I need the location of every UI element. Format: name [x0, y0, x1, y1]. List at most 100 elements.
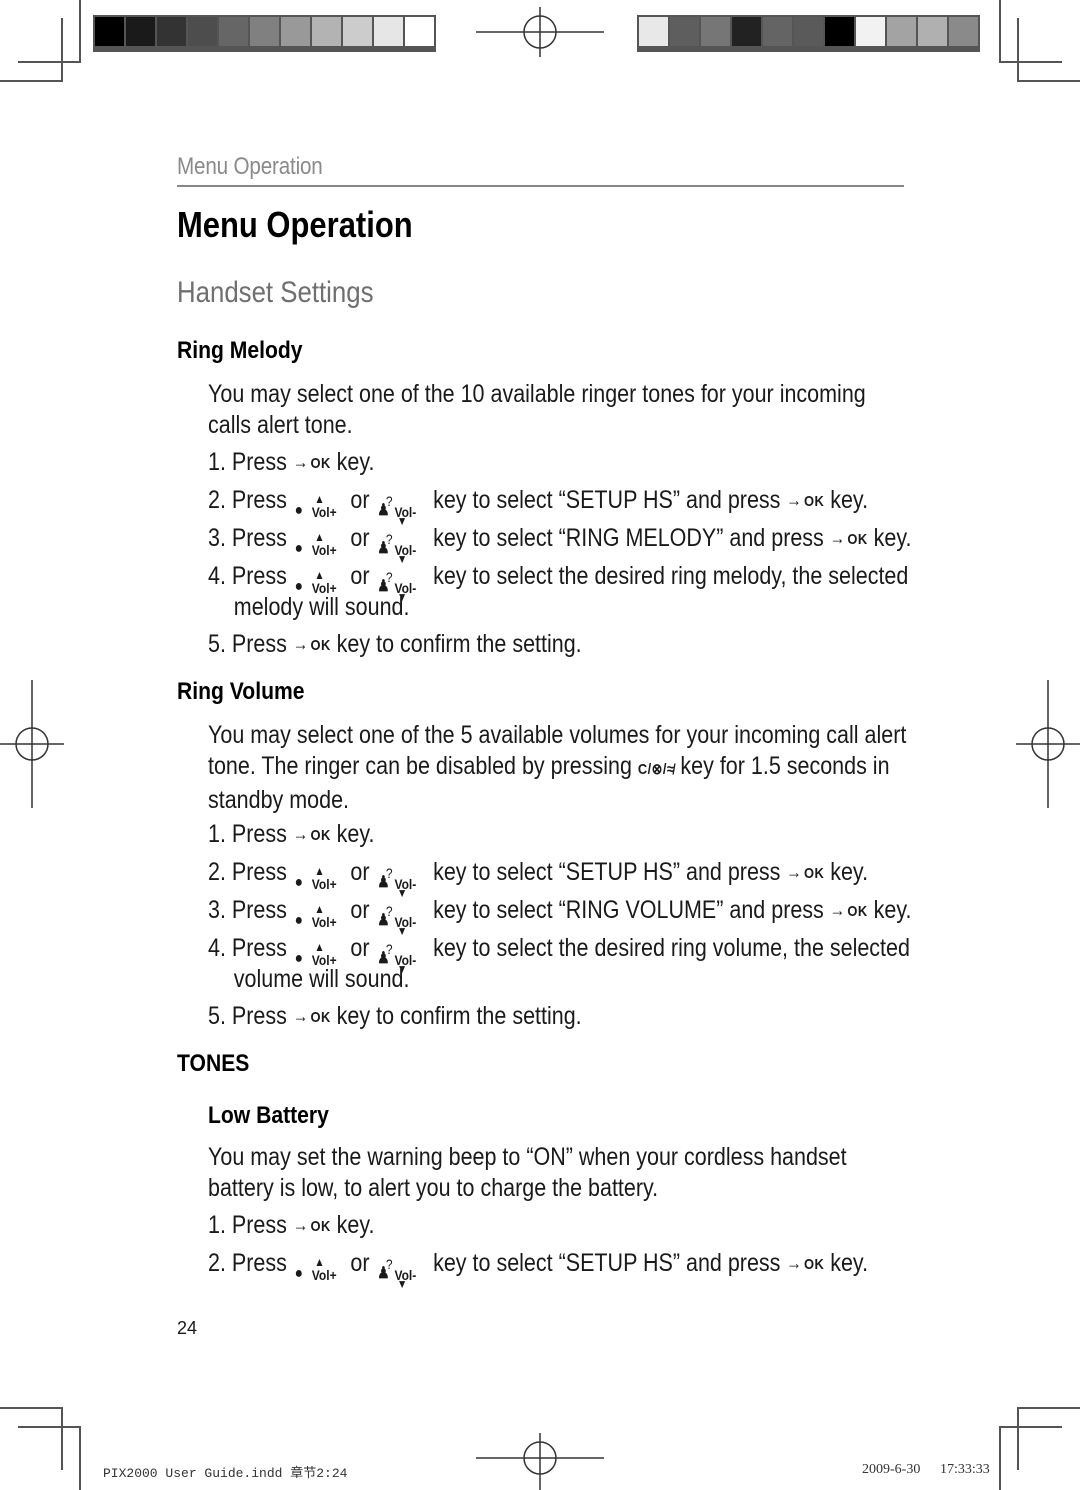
instruction-step: 3. Press ● ▲ Vol+ or ♟? Vol- ▼ key to select… [208, 896, 912, 939]
page-number: 24 [177, 1318, 198, 1338]
step-text: key to confirm the setting. [336, 1002, 582, 1030]
step-number: 5. Press [208, 630, 287, 658]
color-swatch [918, 17, 947, 46]
ring-volume-intro-line-2b: key for 1.5 seconds in [680, 752, 890, 780]
ok-key-icon: → OK [292, 1215, 331, 1236]
ok-key-icon: → OK [786, 862, 825, 883]
vol-down-key-icon: ♟? Vol- ▼ [377, 493, 417, 529]
ok-key-icon: → OK [786, 1253, 825, 1274]
color-swatch [949, 17, 978, 46]
step-text: key to select “SETUP HS” and press [433, 1249, 781, 1277]
ring-melody-intro: You may select one of the 10 available r… [208, 380, 866, 439]
instruction-step: 4. Press ● ▲ Vol+ or ♟? Vol- ▼ key to select… [208, 561, 913, 623]
vol-up-key-icon: ● ▲ Vol+ [294, 568, 337, 597]
instruction-step: 1. Press → OK key. [208, 819, 913, 850]
ring-volume-intro-line-2a: tone. The ringer can be disabled by pres… [208, 752, 632, 780]
step-text: key to select “RING MELODY” and press [433, 524, 824, 552]
ok-key-icon: → OK [829, 900, 868, 921]
running-head-rule [177, 185, 904, 187]
heading-tones: TONES [177, 1050, 250, 1077]
vol-down-key-icon: ♟? Vol- ▼ [377, 569, 417, 605]
color-swatch [343, 17, 372, 46]
registration-mark-left [0, 680, 64, 808]
color-swatch [701, 17, 730, 46]
ring-volume-intro: You may select one of the 5 available vo… [208, 720, 930, 816]
ok-key-icon: → OK [292, 824, 331, 845]
ok-key-icon: → OK [292, 634, 331, 655]
ok-key-icon: → OK [786, 490, 825, 511]
heading-ring-volume: Ring Volume [177, 678, 305, 705]
vol-up-key-icon: ● ▲ Vol+ [294, 864, 337, 893]
color-swatch [95, 17, 124, 46]
heading-low-battery: Low Battery [208, 1102, 329, 1129]
step-text: key to select “SETUP HS” and press [433, 858, 781, 886]
color-swatch [670, 17, 699, 46]
low-battery-intro: You may set the warning beep to “ON” whe… [208, 1143, 847, 1202]
step-text: key. [336, 1211, 375, 1239]
ok-key-icon: → OK [292, 1006, 331, 1027]
instruction-step: 2. Press ● ▲ Vol+ or ♟? Vol- ▼ key to select… [208, 486, 869, 529]
step-number: 4. Press [208, 934, 287, 962]
vol-down-key-icon: ♟? Vol- ▼ [377, 903, 417, 939]
color-swatch [639, 17, 668, 46]
color-swatch [374, 17, 403, 46]
ok-key-icon: → OK [292, 452, 331, 473]
instruction-step: 1. Press → OK key. [208, 1210, 913, 1241]
step-number: 1. Press [208, 448, 287, 476]
step-number: 5. Press [208, 1002, 287, 1030]
step-number: 3. Press [208, 524, 287, 552]
step-text: key to select “SETUP HS” and press [433, 486, 781, 514]
color-swatch [188, 17, 217, 46]
vol-up-key-icon: ● ▲ Vol+ [294, 902, 337, 931]
registration-mark-right [1016, 680, 1080, 808]
step-number: 1. Press [208, 820, 287, 848]
color-swatch [794, 17, 823, 46]
step-number: 2. Press [208, 486, 287, 514]
color-swatch [157, 17, 186, 46]
step-number: 2. Press [208, 1249, 287, 1277]
heading-ring-melody: Ring Melody [177, 337, 303, 364]
step-text: key to select “RING VOLUME” and press [433, 896, 824, 924]
running-head: Menu Operation [177, 153, 323, 180]
vol-up-key-icon: ● ▲ Vol+ [294, 530, 337, 559]
step-number: 3. Press [208, 896, 287, 924]
step-number: 2. Press [208, 858, 287, 886]
color-bar-left [93, 15, 436, 52]
step-text: key to select the desired ring melody, t… [433, 562, 909, 590]
vol-up-key-icon: ● ▲ Vol+ [294, 1255, 337, 1284]
instruction-step: 4. Press ● ▲ Vol+ or ♟? Vol- ▼ key to select… [208, 933, 913, 995]
ring-volume-intro-line-3: standby mode. [208, 786, 350, 814]
vol-up-key-icon: ● ▲ Vol+ [294, 940, 337, 969]
vol-up-key-icon: ● ▲ Vol+ [294, 492, 337, 521]
page-title: Menu Operation [177, 204, 413, 245]
instruction-step: 5. Press → OK key to confirm the setting. [208, 1001, 913, 1032]
color-bar-right [637, 15, 980, 52]
instruction-step: 5. Press → OK key to confirm the setting. [208, 629, 913, 660]
section-subtitle: Handset Settings [177, 276, 374, 309]
color-swatch [312, 17, 341, 46]
registration-mark-top [476, 7, 604, 57]
vol-down-key-icon: ♟? Vol- ▼ [377, 531, 417, 567]
step-text: key to select the desired ring volume, t… [433, 934, 910, 962]
color-swatch [732, 17, 761, 46]
color-swatch [856, 17, 885, 46]
color-swatch [825, 17, 854, 46]
instruction-step: 2. Press ● ▲ Vol+ or ♟? Vol- ▼ key to select… [208, 1249, 869, 1292]
instruction-step: 1. Press → OK key. [208, 447, 913, 478]
color-swatch [763, 17, 792, 46]
step-text: key. [336, 448, 375, 476]
vol-down-key-icon: ♟? Vol- ▼ [377, 1256, 417, 1292]
slug-file: PIX2000 User Guide.indd 章节2:24 [103, 1466, 348, 1481]
color-swatch [219, 17, 248, 46]
color-swatch [887, 17, 916, 46]
slug-time: 17:33:33 [940, 1462, 990, 1477]
step-number: 4. Press [208, 562, 287, 590]
registration-mark-bottom [476, 1433, 604, 1490]
color-swatch [126, 17, 155, 46]
instruction-step: 2. Press ● ▲ Vol+ or ♟? Vol- ▼ key to select… [208, 858, 869, 901]
step-number: 1. Press [208, 1211, 287, 1239]
vol-down-key-icon: ♟? Vol- ▼ [377, 941, 417, 977]
ok-key-icon: → OK [829, 528, 868, 549]
ring-volume-intro-line-1: You may select one of the 5 available vo… [208, 721, 907, 749]
step-text: key. [336, 820, 375, 848]
